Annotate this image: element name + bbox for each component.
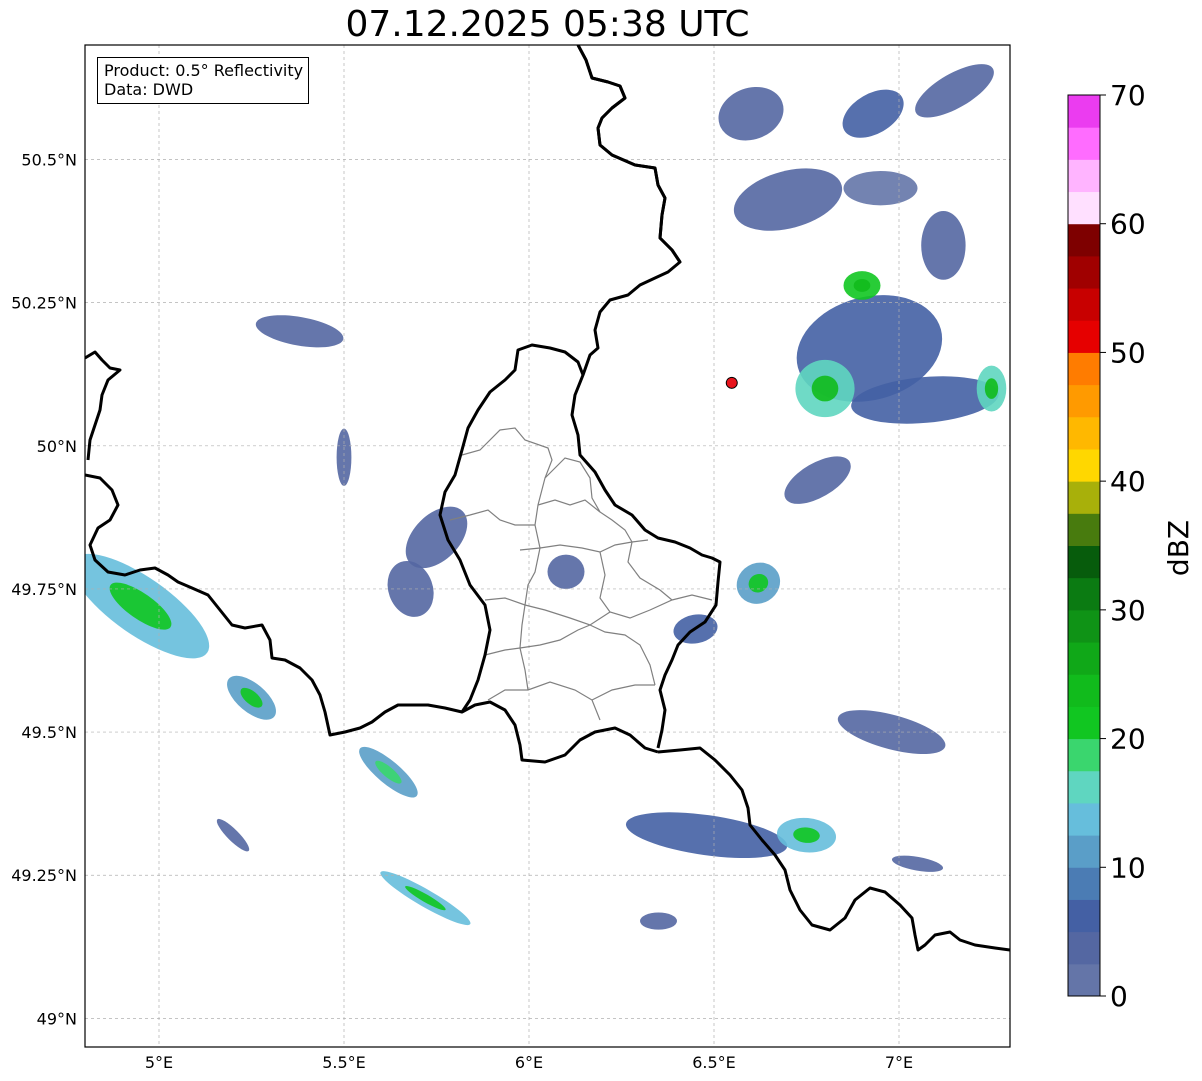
- colorbar-segment: [1068, 127, 1100, 160]
- colorbar: 0 10 20 30 40 50 60 70: [1067, 79, 1146, 1013]
- echo-cell: [921, 211, 966, 280]
- colorbar-segment: [1068, 159, 1100, 193]
- lat-label: 49.25°N: [11, 866, 77, 885]
- border-nl-be: [85, 350, 122, 461]
- longitude-labels: 5°E 5.5°E 6°E 6.5°E 7°E: [145, 1053, 913, 1072]
- lon-label: 5°E: [145, 1053, 173, 1072]
- echo-cell: [547, 554, 585, 589]
- echo-core: [811, 375, 839, 402]
- colorbar-segment: [1068, 416, 1100, 450]
- canton-boundary: [591, 684, 655, 701]
- echo-cell: [625, 812, 788, 858]
- echo-cell: [915, 64, 994, 118]
- echo-cell: [718, 86, 784, 141]
- colorbar-segment: [1068, 513, 1100, 546]
- lon-label: 6°E: [515, 1053, 543, 1072]
- lon-label: 5.5°E: [322, 1053, 366, 1072]
- lat-label: 50°N: [37, 437, 77, 456]
- radar-site-marker: [725, 376, 738, 389]
- colorbar-segment: [1068, 384, 1100, 418]
- colorbar-segment: [1068, 352, 1100, 386]
- canton-boundary: [487, 681, 601, 721]
- colorbar-segment: [1068, 802, 1100, 836]
- data-source-text: Data: DWD: [104, 80, 194, 99]
- canton-boundary: [627, 541, 673, 601]
- colorbar-segment: [1068, 545, 1100, 579]
- radar-map: 50.5°N 50.25°N 50°N 49.75°N 49.5°N 49.25°N 49°…: [11, 44, 1195, 1072]
- canton-boundary: [599, 551, 713, 619]
- colorbar-segment: [1068, 674, 1100, 707]
- lon-label: 7°E: [885, 1053, 913, 1072]
- echo-cell: [733, 168, 843, 231]
- colorbar-tick-label: 40: [1110, 465, 1146, 498]
- colorbar-segment: [1068, 931, 1100, 965]
- colorbar-segment: [1068, 481, 1100, 514]
- info-box: Product: 0.5° Reflectivity Data: DWD: [97, 57, 310, 104]
- lat-label: 49.75°N: [11, 580, 77, 599]
- reflectivity-echoes: [85, 64, 1007, 930]
- colorbar-label: dBZ: [1162, 520, 1195, 576]
- colorbar-segment: [1068, 770, 1100, 804]
- canton-boundary: [484, 597, 611, 626]
- latitude-labels: 50.5°N 50.25°N 50°N 49.75°N 49.5°N 49.25°N 49°…: [11, 151, 77, 1029]
- product-text: Product: 0.5° Reflectivity: [104, 61, 304, 80]
- colorbar-segment: [1068, 320, 1100, 353]
- colorbar-segment: [1068, 867, 1100, 900]
- colorbar-segment: [1068, 223, 1100, 257]
- colorbar-segment: [1068, 95, 1100, 128]
- echo-core: [984, 378, 999, 399]
- colorbar-segment: [1068, 609, 1100, 643]
- colorbar-segment: [1068, 706, 1100, 740]
- colorbar-segment: [1068, 577, 1100, 611]
- colorbar-tick-label: 10: [1110, 851, 1146, 884]
- lat-label: 50.25°N: [11, 294, 77, 313]
- colorbar-tick-label: 60: [1110, 208, 1146, 241]
- colorbar-tick-label: 70: [1110, 79, 1146, 112]
- lat-label: 49°N: [37, 1009, 77, 1028]
- canton-boundary: [589, 624, 656, 686]
- border-lu-be-fr: [576, 45, 682, 263]
- colorbar-tick-label: 30: [1110, 594, 1146, 627]
- colorbar-tick-label: 0: [1110, 980, 1128, 1013]
- colorbar-segment: [1068, 288, 1100, 321]
- colorbar-tick-label: 50: [1110, 336, 1146, 369]
- canton-boundary: [484, 624, 591, 656]
- lat-label: 49.5°N: [21, 723, 77, 742]
- echo-cell: [842, 89, 904, 138]
- colorbar-segment: [1068, 899, 1100, 933]
- echo-cell: [255, 315, 344, 348]
- canton-boundary: [461, 427, 553, 691]
- echo-cell: [640, 912, 677, 930]
- colorbar-tick-label: 20: [1110, 723, 1146, 756]
- colorbar-segment: [1068, 255, 1100, 289]
- colorbar-segment: [1068, 963, 1100, 997]
- colorbar-segment: [1068, 448, 1100, 482]
- colorbar-segment: [1068, 835, 1100, 868]
- canton-boundary: [537, 499, 601, 513]
- echo-cell: [784, 456, 851, 504]
- border-lu-west: [438, 343, 659, 764]
- lon-label: 6.5°E: [692, 1053, 736, 1072]
- colorbar-segment: [1068, 642, 1100, 675]
- echo-cell: [843, 170, 918, 206]
- lat-label: 50.5°N: [21, 151, 77, 170]
- echo-cell: [216, 818, 250, 852]
- canton-boundary: [544, 457, 633, 543]
- colorbar-segment: [1068, 738, 1100, 772]
- echo-core: [853, 279, 871, 292]
- colorbar-segment: [1068, 191, 1100, 225]
